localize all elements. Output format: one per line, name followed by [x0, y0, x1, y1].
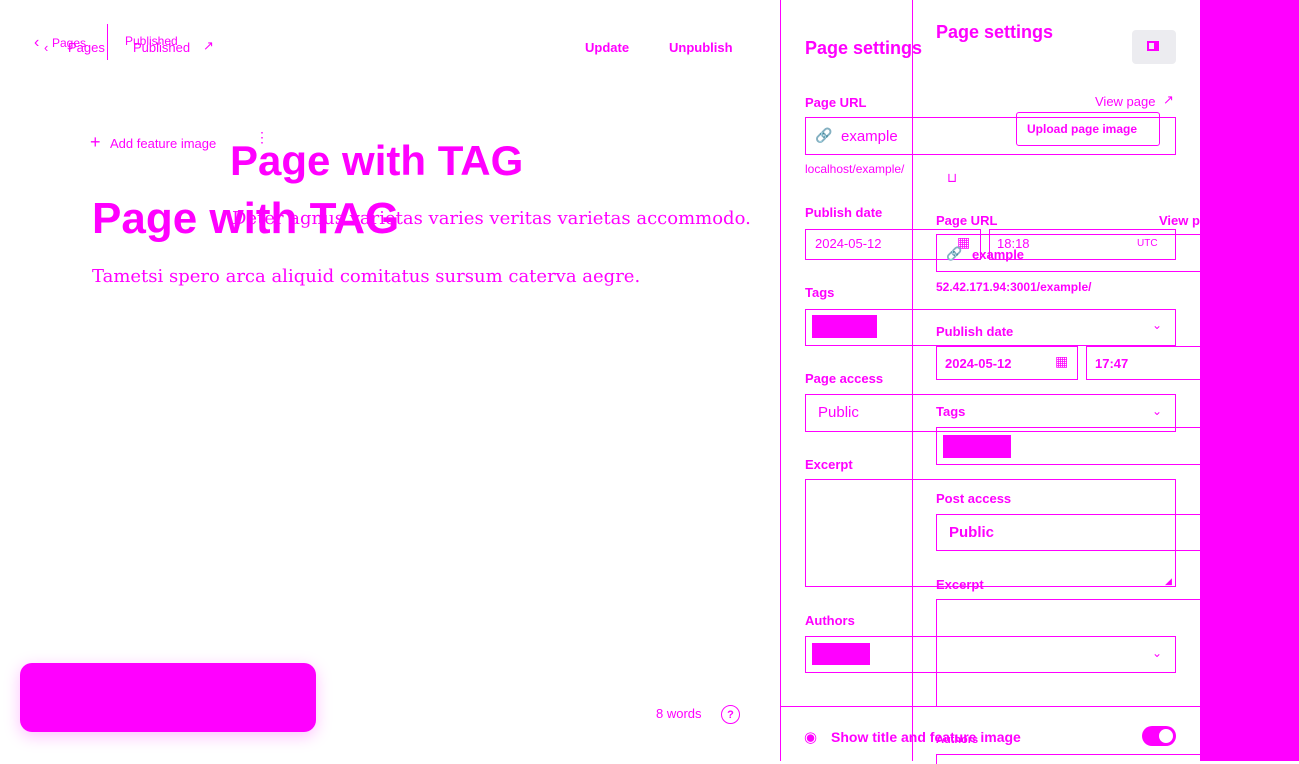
overlay-page-url-label: Page URL: [936, 213, 998, 228]
overlay-panel-border: [912, 0, 913, 761]
status-link[interactable]: Published: [133, 40, 190, 55]
page-title[interactable]: Page with TAG: [92, 195, 399, 243]
overlay-slug-value[interactable]: example: [972, 247, 1024, 262]
view-page-arrow-icon[interactable]: ↗: [1163, 92, 1174, 108]
date-value[interactable]: 2024-05-12: [815, 236, 882, 251]
tags-chevron-down-icon[interactable]: ⌄: [1152, 318, 1162, 332]
author-chip[interactable]: [812, 643, 870, 665]
settings-title: Page settings: [805, 38, 923, 58]
external-link-icon[interactable]: ↗: [203, 38, 214, 54]
url-preview: localhost/example/: [805, 162, 905, 176]
overlay-view-page-link[interactable]: View p: [1159, 213, 1200, 228]
page-url-label: Page URL: [805, 95, 867, 110]
toggle-knob: [1159, 729, 1173, 743]
editor-body-paragraph-2[interactable]: Tametsi spero arca aliquid comitatus sur…: [92, 266, 640, 287]
back-link[interactable]: Pages: [68, 40, 105, 55]
toast-notification[interactable]: [20, 663, 316, 732]
help-icon[interactable]: ?: [721, 705, 740, 724]
unpublish-button[interactable]: Unpublish: [669, 40, 733, 55]
show-title-toggle[interactable]: [1142, 726, 1176, 746]
access-chevron-down-icon[interactable]: ⌄: [1152, 404, 1162, 418]
link-icon: 🔗: [815, 127, 833, 143]
settings-panel-border: [780, 0, 781, 761]
overlay-post-access-value[interactable]: Public: [949, 524, 994, 541]
overlay-excerpt-textarea[interactable]: [936, 599, 1200, 707]
page-access-value[interactable]: Public: [818, 404, 859, 421]
word-count: 8 words: [656, 706, 702, 721]
sidebar-toggle-icon: [1147, 41, 1159, 51]
overlay-tags-label: Tags: [936, 404, 966, 419]
overlay-time-value[interactable]: 17:47: [1095, 356, 1128, 371]
authors-label: Authors: [805, 613, 855, 628]
add-feature-image-button[interactable]: Add feature image: [110, 136, 216, 151]
overlay-authors-field[interactable]: [936, 754, 1200, 764]
overlay-authors-label: Authors: [936, 734, 979, 746]
publish-date-label: Publish date: [805, 205, 883, 220]
view-page-link[interactable]: View page: [1095, 94, 1155, 109]
slug-value[interactable]: example: [841, 128, 898, 145]
tag-chip[interactable]: [812, 315, 877, 338]
tags-label: Tags: [805, 285, 835, 300]
resize-handle-icon[interactable]: ◢: [1165, 576, 1172, 587]
ghost-page-title: Page with TAG: [230, 137, 524, 184]
update-button[interactable]: Update: [585, 40, 629, 55]
overlay-link-icon: 🔗: [946, 246, 963, 261]
overlay-tag-chip[interactable]: [943, 435, 1011, 458]
excerpt-label: Excerpt: [805, 457, 853, 472]
eye-icon: ◉: [804, 729, 818, 746]
overlay-post-access-label: Post access: [936, 491, 1012, 506]
sidebar-toggle-button[interactable]: [1132, 30, 1176, 64]
page-access-label: Page access: [805, 371, 884, 386]
overlay-publish-date-label: Publish date: [936, 324, 1014, 339]
overlay-calendar-icon[interactable]: ▦: [1055, 353, 1068, 370]
right-edge-panel: [1200, 0, 1299, 761]
overlay-url-preview: 52.42.171.94:3001/example/: [936, 280, 1092, 294]
back-arrow-icon[interactable]: ‹: [44, 40, 48, 55]
topbar-divider: [107, 24, 108, 60]
show-title-label: Show title and feature image: [831, 729, 1021, 745]
overlay-date-value[interactable]: 2024-05-12: [945, 356, 1012, 371]
overlay-title: Page settings: [936, 22, 1054, 42]
plus-icon[interactable]: +: [90, 133, 101, 151]
overlay-excerpt-label: Excerpt: [936, 577, 984, 592]
upload-image-label[interactable]: Upload page image: [1027, 122, 1137, 136]
back-chevron-icon[interactable]: ‹: [34, 34, 39, 52]
image-placeholder-icon: ⊔: [947, 170, 958, 185]
